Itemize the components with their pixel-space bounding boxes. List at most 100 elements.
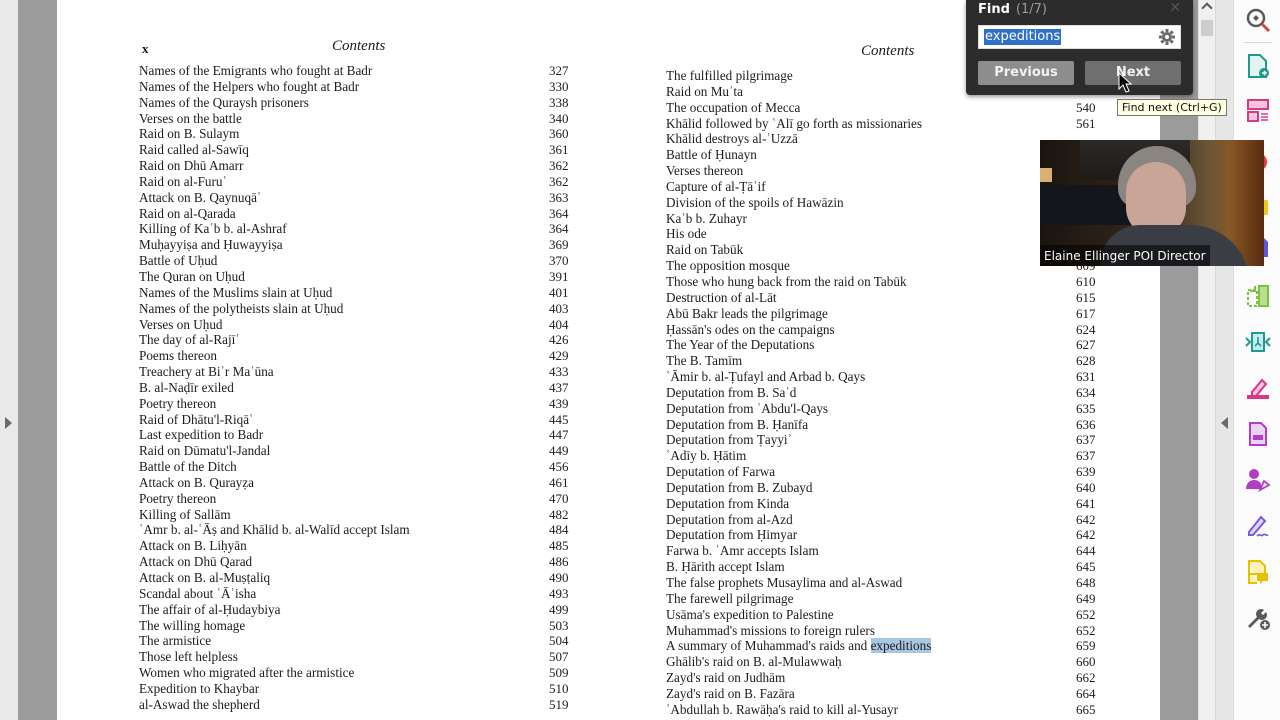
toc-entry-title-text: Raid on Tabūk bbox=[666, 242, 744, 258]
find-input[interactable]: expeditions bbox=[978, 25, 1181, 49]
toc-entry: Abū Bakr leads the pilgrimage 617 bbox=[666, 306, 1106, 322]
toc-entry-title: Division of the spoils of Hawāzin bbox=[666, 195, 844, 211]
toc-entry: Names of the Emigrants who fought at Bad… bbox=[139, 63, 579, 79]
toc-entry-page: 482 bbox=[549, 506, 569, 522]
find-query[interactable]: expeditions bbox=[984, 29, 1062, 45]
toc-entry: Ḥassān's odes on the campaigns 624 bbox=[666, 322, 1106, 338]
toc-entry-title-text: Abū Bakr leads the pilgrimage bbox=[666, 305, 828, 321]
expand-left-panel-icon[interactable] bbox=[5, 417, 12, 429]
pdf-page-spread: x Contents Names of the Emigrants who fo… bbox=[57, 0, 1160, 720]
toc-entry-title: ʿĀmir b. al-Ṭufayl and Arbad b. Qays bbox=[666, 369, 865, 385]
toc-entry-title-text: Zayd's raid on Judhām bbox=[666, 670, 786, 686]
toc-entry-page: 437 bbox=[549, 379, 569, 395]
toc-entry-title-text: Khālid destroys al-ʿUzzā bbox=[666, 131, 798, 147]
toc-entry: The B. Tamīm 628 bbox=[666, 353, 1106, 369]
toc-entry-title: Usāma's expedition to Palestine bbox=[666, 607, 834, 623]
toc-entry-title-text: Verses thereon bbox=[666, 163, 744, 179]
video-call-overlay[interactable]: Elaine Ellinger POI Director bbox=[1040, 140, 1264, 266]
more-tools-icon[interactable] bbox=[1244, 604, 1272, 632]
sign-icon[interactable] bbox=[1244, 512, 1272, 540]
optimize-pdf-icon[interactable] bbox=[1244, 328, 1272, 356]
toc-entry-title: Capture of al-Ṭāʾif bbox=[666, 179, 766, 195]
find-title: Find (1/7) bbox=[978, 2, 1047, 17]
toc-entry-title: Deputation from al-Azd bbox=[666, 512, 793, 528]
toc-entry-title-text: A summary of Muhammad's raids and bbox=[666, 638, 871, 654]
toc-entry-page: 403 bbox=[549, 300, 569, 316]
toc-entry-title: Attack on B. Qurayẓa bbox=[139, 475, 254, 491]
toc-entry-page: 485 bbox=[549, 538, 569, 554]
toc-entry-title-text: The Quran on Uḥud bbox=[139, 268, 245, 284]
toc-entry-title-text: Zayd's raid on B. Fazāra bbox=[666, 685, 795, 701]
toc-entry-page: 340 bbox=[549, 110, 569, 126]
toc-entry-title-text: Deputation from B. Ḥanīfa bbox=[666, 416, 809, 432]
toc-entry-title-text: The fulfilled pilgrimage bbox=[666, 68, 793, 83]
toc-entry: Those who hung back from the raid on Tab… bbox=[666, 274, 1106, 290]
video-background bbox=[1040, 168, 1052, 182]
toc-entry: ʿAdīy b. Ḥātim 637 bbox=[666, 448, 1106, 464]
send-comments-icon[interactable] bbox=[1244, 558, 1272, 586]
toc-entry-title: Killing of Kaʿb b. al-Ashraf bbox=[139, 221, 287, 237]
toc-entry-title-text: Those who hung back from the raid on Tab… bbox=[666, 273, 907, 289]
toc-entry: al-Aswad the shepherd 519 bbox=[139, 697, 579, 713]
compress-pdf-icon[interactable] bbox=[1244, 282, 1272, 310]
toc-entry-title: Raid on Dhū Amarr bbox=[139, 158, 243, 174]
previous-button[interactable]: Previous bbox=[978, 61, 1074, 85]
export-pdf-icon[interactable] bbox=[1244, 52, 1272, 80]
collapse-right-pane-icon[interactable] bbox=[1221, 417, 1228, 429]
toc-entry-title: Deputation from B. Zubayd bbox=[666, 480, 813, 496]
next-button[interactable]: Next bbox=[1085, 61, 1181, 85]
toc-entry-title: Destruction of al-Lāt bbox=[666, 290, 777, 306]
toc-entry-page: 447 bbox=[549, 427, 569, 443]
toc-entry-title-text: Killing of Kaʿb b. al-Ashraf bbox=[139, 221, 287, 237]
toc-entry-title-text: Last expedition to Badr bbox=[139, 427, 264, 443]
toc-entry-page: 662 bbox=[1076, 670, 1096, 686]
toc-entry: The farewell pilgrimage 649 bbox=[666, 591, 1106, 607]
gear-icon[interactable] bbox=[1158, 28, 1176, 46]
toc-entry: Raid called al-Sawīq 361 bbox=[139, 142, 579, 158]
toc-entry: The Quran on Uḥud 391 bbox=[139, 269, 579, 285]
toc-entry: Raid on Dūmatu'l-Jandal 449 bbox=[139, 443, 579, 459]
toc-entry-page: 499 bbox=[549, 601, 569, 617]
toc-entry-page: 637 bbox=[1076, 432, 1096, 448]
toc-entry: Names of the Helpers who fought at Badr 3… bbox=[139, 79, 579, 95]
toc-entry-page: 369 bbox=[549, 237, 569, 253]
toc-entry: Deputation from Kinda 641 bbox=[666, 496, 1106, 512]
toc-entry-page: 644 bbox=[1076, 543, 1096, 559]
page-header: Contents bbox=[861, 43, 915, 59]
toc-entry-title: Scandal about ʿĀʾisha bbox=[139, 586, 256, 602]
toc-entry-title: B. Ḥārith accept Islam bbox=[666, 559, 785, 575]
toc-entry-title-text: Capture of al-Ṭāʾif bbox=[666, 178, 766, 194]
toc-entry-title-text: ʿAbdullah b. Rawāḥa's raid to kill al-Yu… bbox=[666, 701, 899, 717]
scrollbar-thumb[interactable] bbox=[1201, 20, 1213, 36]
toc-entry-title-text: Deputation from B. Saʿd bbox=[666, 384, 797, 400]
toc-entry-page: 561 bbox=[1076, 115, 1096, 131]
toc-entry-title: Deputation from Ṭayyiʾ bbox=[666, 432, 792, 448]
toc-entry-title: ʿAmr b. al-ʿĀṣ and Khālid b. al-Walīd ac… bbox=[139, 522, 410, 538]
tools-pane bbox=[1233, 0, 1280, 720]
fill-sign-icon[interactable] bbox=[1244, 374, 1272, 402]
toc-entry-page: 439 bbox=[549, 395, 569, 411]
toc-entry: The Year of the Deputations 627 bbox=[666, 337, 1106, 353]
toc-entry-title: Raid of Dhātu'l-Riqāʿ bbox=[139, 412, 253, 428]
toc-entry-page: 401 bbox=[549, 284, 569, 300]
toc-entry-title-text: Names of the polytheists slain at Uḥud bbox=[139, 300, 344, 316]
toc-entry: ʿAbdullah b. Rawāḥa's raid to kill al-Yu… bbox=[666, 702, 1106, 718]
protect-icon[interactable] bbox=[1244, 420, 1272, 448]
scroll-up-icon[interactable] bbox=[1201, 2, 1213, 14]
toc-entry: Attack on B. al-Muṣṭaliq 490 bbox=[139, 570, 579, 586]
toc-entry-title-text: Muḥayyiṣa and Ḥuwayyiṣa bbox=[139, 237, 283, 253]
toc-entry-page: 642 bbox=[1076, 511, 1096, 527]
search-zoom-icon[interactable] bbox=[1244, 6, 1272, 34]
left-panel-toggle[interactable] bbox=[0, 0, 18, 720]
toc-entry-title-text: Raid on Dūmatu'l-Jandal bbox=[139, 443, 271, 459]
request-signature-icon[interactable] bbox=[1244, 466, 1272, 494]
mouse-cursor-icon bbox=[1118, 72, 1132, 93]
toc-entry: Attack on B. Qurayẓa 461 bbox=[139, 475, 579, 491]
toc-entry-title: Zayd's raid on Judhām bbox=[666, 670, 785, 686]
organize-pages-icon[interactable] bbox=[1244, 97, 1272, 125]
toc-entry-title: Deputation from ʿAbdu'l-Qays bbox=[666, 401, 828, 417]
close-icon[interactable]: ✕ bbox=[1169, 0, 1181, 16]
toc-entry-page: 641 bbox=[1076, 495, 1096, 511]
toc-entry-title-text: Names of the Helpers who fought at Badr bbox=[139, 78, 360, 94]
toc-entry-page: 540 bbox=[1076, 99, 1096, 115]
